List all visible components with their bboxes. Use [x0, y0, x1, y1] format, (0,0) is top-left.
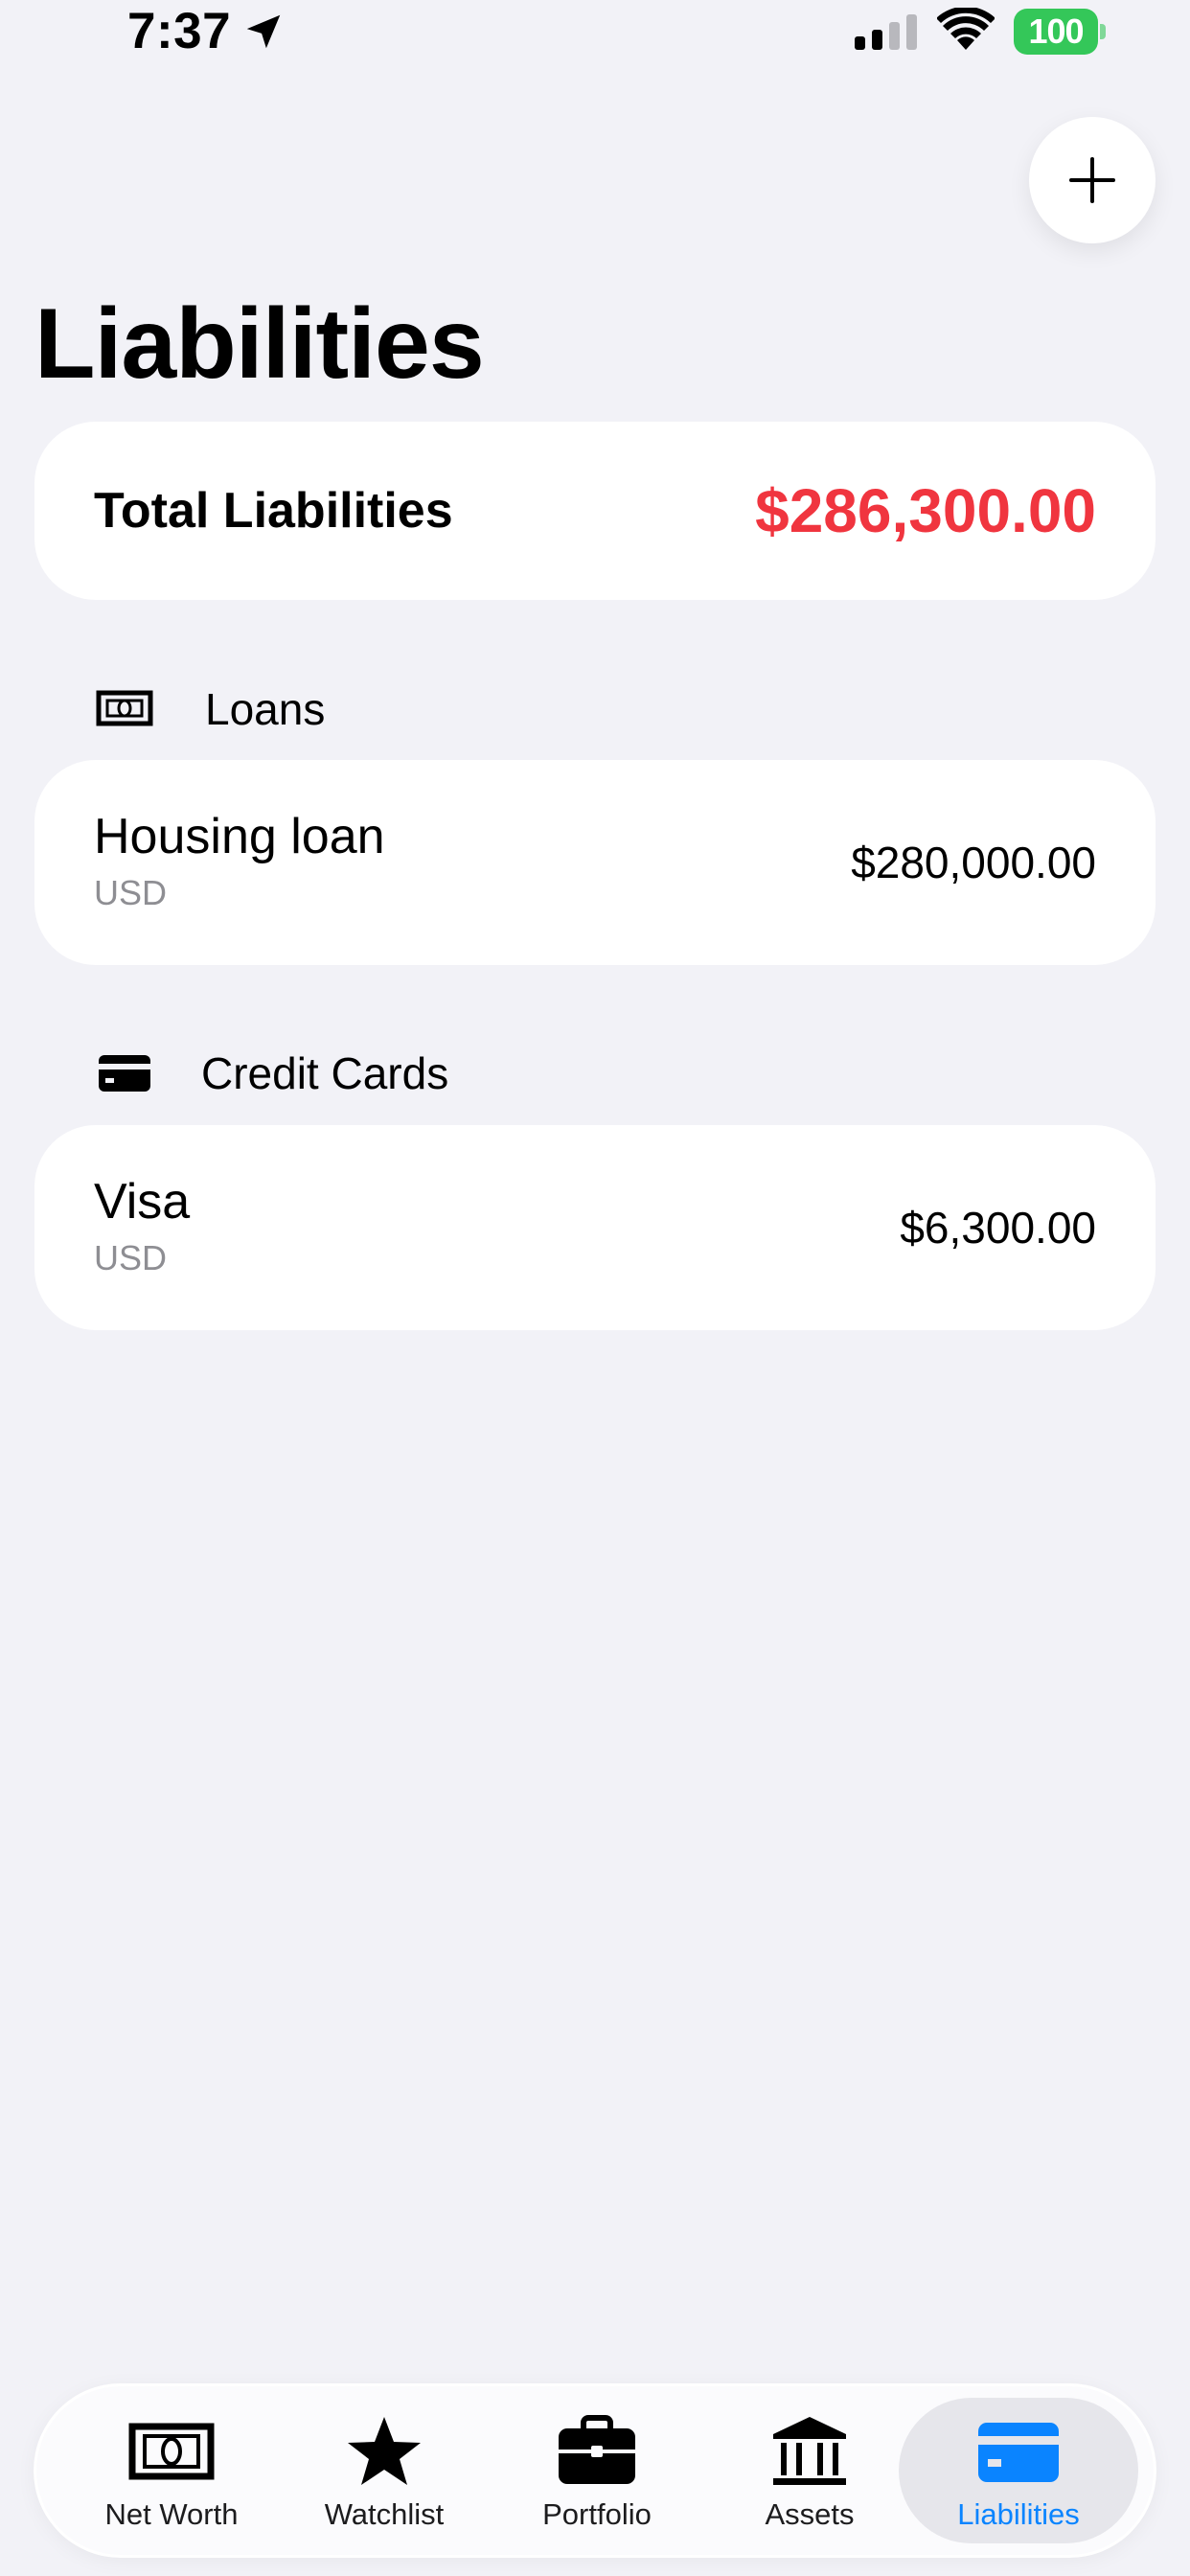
- total-liabilities-label: Total Liabilities: [94, 483, 453, 539]
- total-liabilities-value: $286,300.00: [755, 476, 1096, 545]
- tab-label: Net Worth: [104, 2497, 239, 2531]
- section-label-loans: Loans: [205, 684, 326, 734]
- banknote-icon: [128, 2423, 215, 2480]
- star-icon: [348, 2417, 421, 2485]
- tab-net-worth[interactable]: Net Worth: [71, 2386, 272, 2555]
- tab-label: Watchlist: [324, 2497, 445, 2531]
- liability-row-visa[interactable]: Visa USD $6,300.00: [34, 1125, 1156, 1330]
- add-liability-button[interactable]: [1029, 117, 1156, 243]
- status-bar: 7:37 100: [0, 0, 1190, 67]
- battery-level: 100: [1028, 12, 1084, 51]
- plus-icon: [1069, 157, 1115, 203]
- cellular-signal-icon: [855, 14, 917, 50]
- tab-assets[interactable]: Assets: [709, 2386, 910, 2555]
- liability-currency: USD: [94, 1238, 168, 1277]
- section-label-credit-cards: Credit Cards: [201, 1048, 449, 1098]
- liability-name: Visa: [94, 1174, 191, 1230]
- battery-cap: [1100, 24, 1106, 39]
- page-title: Liabilities: [34, 288, 485, 400]
- tab-portfolio[interactable]: Portfolio: [496, 2386, 698, 2555]
- tab-liabilities[interactable]: Liabilities: [899, 2398, 1138, 2543]
- liability-row-housing-loan[interactable]: Housing loan USD $280,000.00: [34, 760, 1156, 965]
- banknote-icon: [96, 690, 153, 726]
- credit-card-icon: [978, 2423, 1059, 2482]
- tab-watchlist[interactable]: Watchlist: [284, 2386, 485, 2555]
- battery-indicator: 100: [1014, 9, 1106, 55]
- tab-label: Assets: [765, 2497, 855, 2531]
- bank-icon: [773, 2417, 846, 2485]
- liability-value: $6,300.00: [900, 1203, 1096, 1253]
- location-arrow-icon: [246, 14, 281, 49]
- liabilities-screen: 7:37 100 Liabilities Total Liabilities $…: [0, 0, 1190, 2576]
- credit-card-icon: [99, 1055, 150, 1092]
- tab-label: Portfolio: [542, 2497, 652, 2531]
- liability-name: Housing loan: [94, 809, 385, 864]
- section-header-credit-cards: Credit Cards: [0, 1040, 1190, 1107]
- tab-label: Liabilities: [957, 2497, 1080, 2531]
- status-time: 7:37: [127, 3, 232, 59]
- liability-value: $280,000.00: [851, 838, 1096, 887]
- tab-bar: Net Worth Watchlist Portfolio Assets Lia…: [36, 2386, 1154, 2555]
- briefcase-icon: [559, 2415, 635, 2484]
- total-liabilities-card: Total Liabilities $286,300.00: [34, 422, 1156, 600]
- section-header-loans: Loans: [0, 676, 1190, 743]
- wifi-icon: [937, 8, 995, 50]
- liability-currency: USD: [94, 873, 168, 912]
